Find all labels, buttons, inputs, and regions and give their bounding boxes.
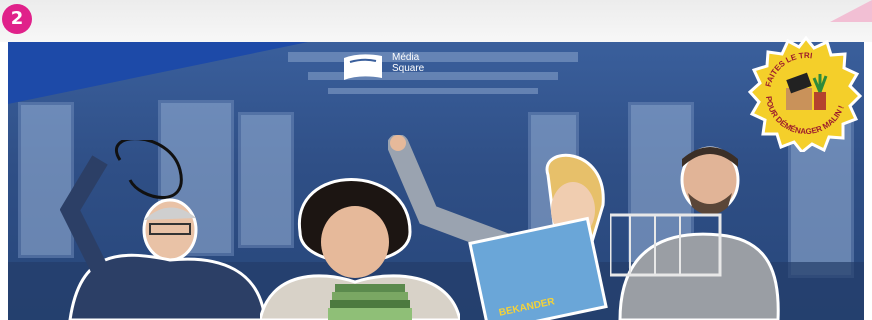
person-man-with-dish-rack bbox=[610, 146, 780, 320]
logo-line-2: Square bbox=[392, 63, 425, 74]
person-man-with-cable bbox=[60, 140, 267, 320]
step-number-badge: 2 bbox=[2, 4, 32, 34]
ceiling-light bbox=[328, 88, 538, 94]
moving-tips-badge: FAITES LE TRI POUR DÉMÉNAGER MALIN ! bbox=[748, 36, 863, 152]
plant-pot-icon bbox=[814, 92, 826, 110]
person-woman-with-magazines: BEKANDER bbox=[388, 135, 608, 320]
logo-line-1: Média bbox=[392, 52, 420, 63]
corner-decoration bbox=[830, 0, 872, 22]
blue-corner-shape bbox=[8, 42, 308, 104]
logo-text: Média Square bbox=[392, 52, 424, 74]
top-bar: 2 bbox=[0, 0, 872, 42]
box-icon bbox=[786, 88, 812, 110]
